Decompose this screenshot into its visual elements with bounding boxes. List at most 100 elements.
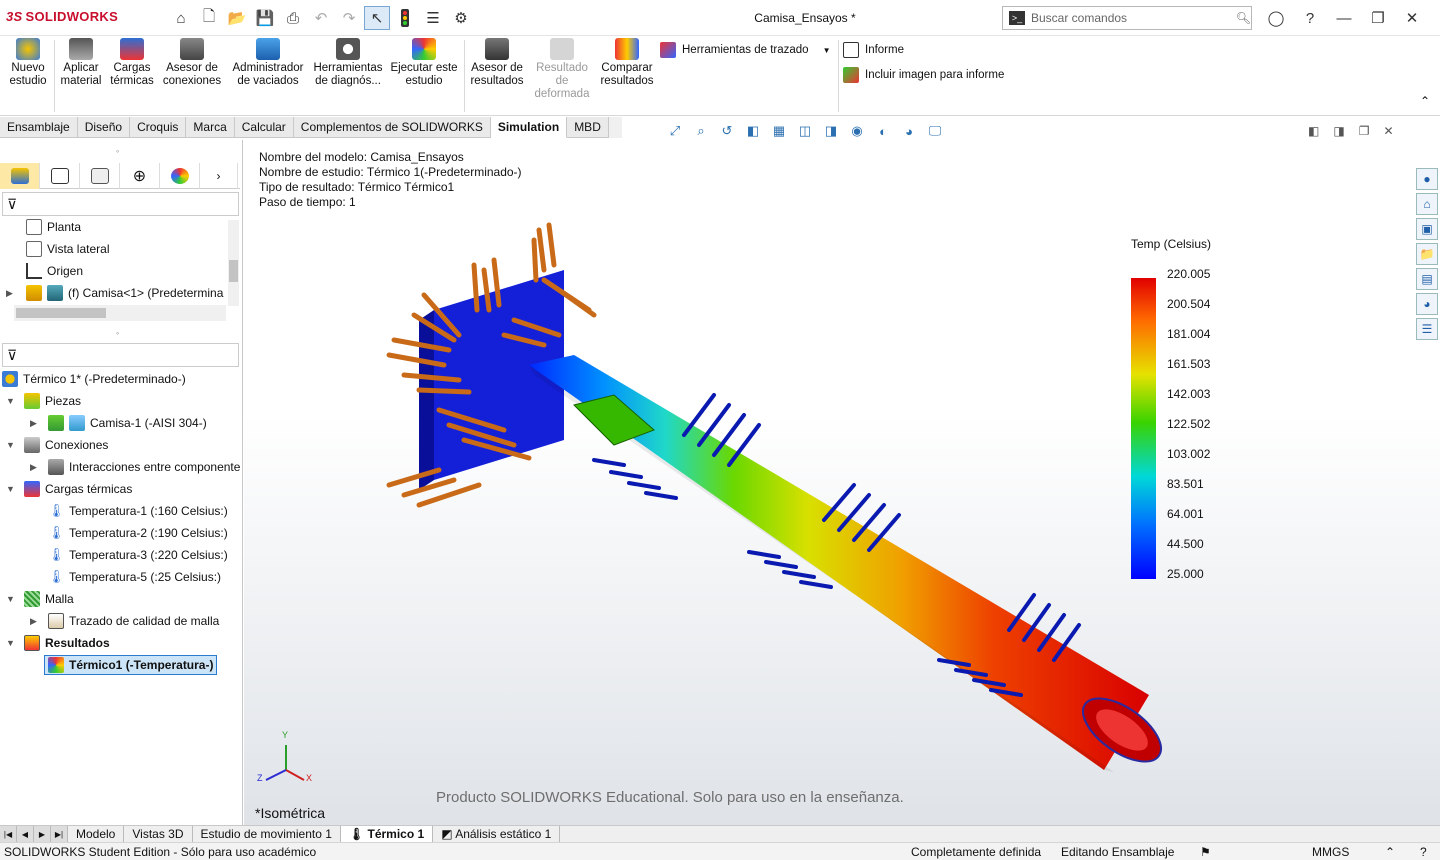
apply-scene-icon[interactable]: ◕ xyxy=(898,122,920,140)
feature-tree-vscroll[interactable] xyxy=(228,220,239,306)
run-study-button[interactable]: Ejecutar este estudio xyxy=(388,38,460,88)
custom-properties-icon[interactable]: ☰ xyxy=(1416,318,1438,340)
zoom-to-fit-icon[interactable]: ⤢ xyxy=(664,122,686,140)
search-icon[interactable]: 🔍︎ xyxy=(1236,11,1251,25)
rebuild-icon[interactable]: ⚑ xyxy=(1200,845,1211,859)
connections-advisor-button[interactable]: Asesor de conexiones xyxy=(160,38,224,88)
collapse-arrow-icon[interactable]: ▼ xyxy=(6,594,15,604)
open-folder-icon[interactable]: 📂 xyxy=(224,6,250,30)
tree-item-temperatura-1[interactable]: 🌡︎ Temperatura-1 (:160 Celsius:) xyxy=(48,501,228,521)
display-manager-tab[interactable] xyxy=(160,163,200,189)
thermal-loads-button[interactable]: Cargas térmicas xyxy=(108,38,156,88)
tree-item-piezas[interactable]: Piezas xyxy=(24,391,81,411)
tab-ensamblaje[interactable]: Ensamblaje xyxy=(0,117,78,138)
tile-left-icon[interactable]: ◧ xyxy=(1308,124,1319,138)
tab-croquis[interactable]: Croquis xyxy=(130,117,187,138)
pane-splitter-handle[interactable]: ◦ xyxy=(116,328,119,338)
solidworks-resources-icon[interactable]: ● xyxy=(1416,168,1438,190)
traffic-light-icon[interactable] xyxy=(392,6,418,30)
tab-estudio-movimiento[interactable]: Estudio de movimiento 1 xyxy=(193,825,341,843)
feature-tree-filter[interactable]: ⊽ xyxy=(2,192,239,216)
feature-tree-hscroll[interactable] xyxy=(14,305,226,321)
first-tab-arrow[interactable]: |◀ xyxy=(0,825,17,843)
new-document-icon[interactable]: 🗋 xyxy=(196,6,222,30)
tab-termico-1[interactable]: 🌡︎ Térmico 1 xyxy=(340,825,434,843)
collapse-arrow-icon[interactable]: ▼ xyxy=(6,396,15,406)
solidworks-logo[interactable]: 3S SOLIDWORKS xyxy=(6,9,118,24)
save-icon[interactable]: 💾 xyxy=(252,6,278,30)
tab-vistas-3d[interactable]: Vistas 3D xyxy=(124,825,193,843)
design-library-icon[interactable]: ▣ xyxy=(1416,218,1438,240)
property-manager-tab[interactable] xyxy=(40,163,80,189)
configuration-manager-tab[interactable] xyxy=(80,163,120,189)
tree-item-termico1-result[interactable]: Térmico1 (-Temperatura-) xyxy=(44,655,218,675)
tree-item-conexiones[interactable]: Conexiones xyxy=(24,435,108,455)
tabs-more-arrow[interactable]: › xyxy=(200,163,238,189)
tab-analisis-estatico[interactable]: ◩ Análisis estático 1 xyxy=(433,825,561,843)
tab-diseno[interactable]: Diseño xyxy=(77,117,131,138)
previous-view-icon[interactable]: ↺ xyxy=(716,122,738,140)
results-advisor-button[interactable]: Asesor de resultados xyxy=(468,38,526,88)
prev-tab-arrow[interactable]: ◀ xyxy=(17,825,34,843)
deformed-result-button[interactable]: Resultado de deformada xyxy=(530,38,594,101)
new-study-button[interactable]: Nuevo estudio xyxy=(6,38,50,88)
collapse-ribbon-icon[interactable]: ⌃ xyxy=(1420,94,1430,108)
tab-simulation[interactable]: Simulation xyxy=(490,117,568,138)
display-style-icon[interactable]: ◨ xyxy=(820,122,842,140)
tree-item-origen[interactable]: Origen xyxy=(26,261,83,281)
status-units[interactable]: MMGS xyxy=(1312,845,1349,859)
tree-item-resultados[interactable]: Resultados xyxy=(24,633,110,653)
home-pane-icon[interactable]: ⌂ xyxy=(1416,193,1438,215)
apply-material-button[interactable]: Aplicar material xyxy=(58,38,104,88)
minimize-icon[interactable]: — xyxy=(1330,6,1358,30)
search-commands-input[interactable]: >_ Buscar comandos 🔍︎ xyxy=(1002,6,1252,30)
tile-right-icon[interactable]: ◨ xyxy=(1333,124,1344,138)
tab-mbd[interactable]: MBD xyxy=(567,117,609,138)
tab-modelo[interactable]: Modelo xyxy=(68,825,125,843)
file-properties-icon[interactable]: ☰ xyxy=(420,6,446,30)
undo-icon[interactable]: ↶ xyxy=(308,6,334,30)
report-button[interactable]: Informe xyxy=(843,42,904,58)
tab-complementos[interactable]: Complementos de SOLIDWORKS xyxy=(293,117,491,138)
user-account-icon[interactable]: ◯ xyxy=(1262,6,1290,30)
tab-calcular[interactable]: Calcular xyxy=(234,117,294,138)
compare-results-button[interactable]: Comparar resultados xyxy=(598,38,656,88)
study-tree-filter[interactable]: ⊽ xyxy=(2,343,239,367)
section-view-icon[interactable]: ◧ xyxy=(742,122,764,140)
tab-marca[interactable]: Marca xyxy=(186,117,235,138)
units-chevron-icon[interactable]: ⌃ xyxy=(1385,845,1395,859)
edit-appearance-icon[interactable]: ◐ xyxy=(872,122,894,140)
viewport-close-icon[interactable]: ✕ xyxy=(1383,124,1393,138)
next-tab-arrow[interactable]: ▶ xyxy=(34,825,51,843)
home-icon[interactable]: ⌂ xyxy=(168,6,194,30)
tree-item-temperatura-5[interactable]: 🌡︎ Temperatura-5 (:25 Celsius:) xyxy=(48,567,221,587)
restore-icon[interactable]: ❐ xyxy=(1364,6,1392,30)
collapse-arrow-icon[interactable]: ▼ xyxy=(6,638,15,648)
help-status-icon[interactable]: ? xyxy=(1420,845,1427,859)
collapse-arrow-icon[interactable]: ▼ xyxy=(6,440,15,450)
zoom-to-area-icon[interactable]: ⌕ xyxy=(690,122,712,140)
study-root[interactable]: Térmico 1* (-Predeterminado-) xyxy=(2,369,186,389)
tree-item-trazado-malla[interactable]: Trazado de calidad de malla xyxy=(48,611,219,631)
graphics-viewport[interactable]: Y X Z xyxy=(244,140,1440,826)
expand-arrow-icon[interactable]: ▶ xyxy=(30,418,37,429)
tree-item-camisa-part[interactable]: (f) Camisa<1> (Predetermina xyxy=(26,283,223,303)
help-icon[interactable]: ? xyxy=(1296,6,1324,30)
tree-item-planta[interactable]: Planta xyxy=(26,217,81,237)
close-icon[interactable]: ✕ xyxy=(1398,6,1426,30)
expand-arrow-icon[interactable]: ▶ xyxy=(30,462,37,473)
include-image-button[interactable]: Incluir imagen para informe xyxy=(843,67,1004,83)
tree-item-camisa-1[interactable]: Camisa-1 (-AISI 304-) xyxy=(48,413,207,433)
last-tab-arrow[interactable]: ▶| xyxy=(51,825,68,843)
tree-item-malla[interactable]: Malla xyxy=(24,589,74,609)
chevron-down-icon[interactable]: ▼ xyxy=(823,46,831,55)
tree-item-temperatura-2[interactable]: 🌡︎ Temperatura-2 (:190 Celsius:) xyxy=(48,523,228,543)
view-orientation-icon[interactable]: ◫ xyxy=(794,122,816,140)
file-explorer-icon[interactable]: 📁 xyxy=(1416,243,1438,265)
view-settings-icon[interactable]: 🖵 xyxy=(924,122,946,140)
hide-show-icon[interactable]: ◉ xyxy=(846,122,868,140)
viewport-restore-icon[interactable]: ❐ xyxy=(1359,124,1370,138)
shell-manager-button[interactable]: Administrador de vaciados xyxy=(228,38,308,88)
feature-manager-tab[interactable] xyxy=(0,163,40,189)
select-pointer-icon[interactable]: ↖ xyxy=(364,6,390,30)
